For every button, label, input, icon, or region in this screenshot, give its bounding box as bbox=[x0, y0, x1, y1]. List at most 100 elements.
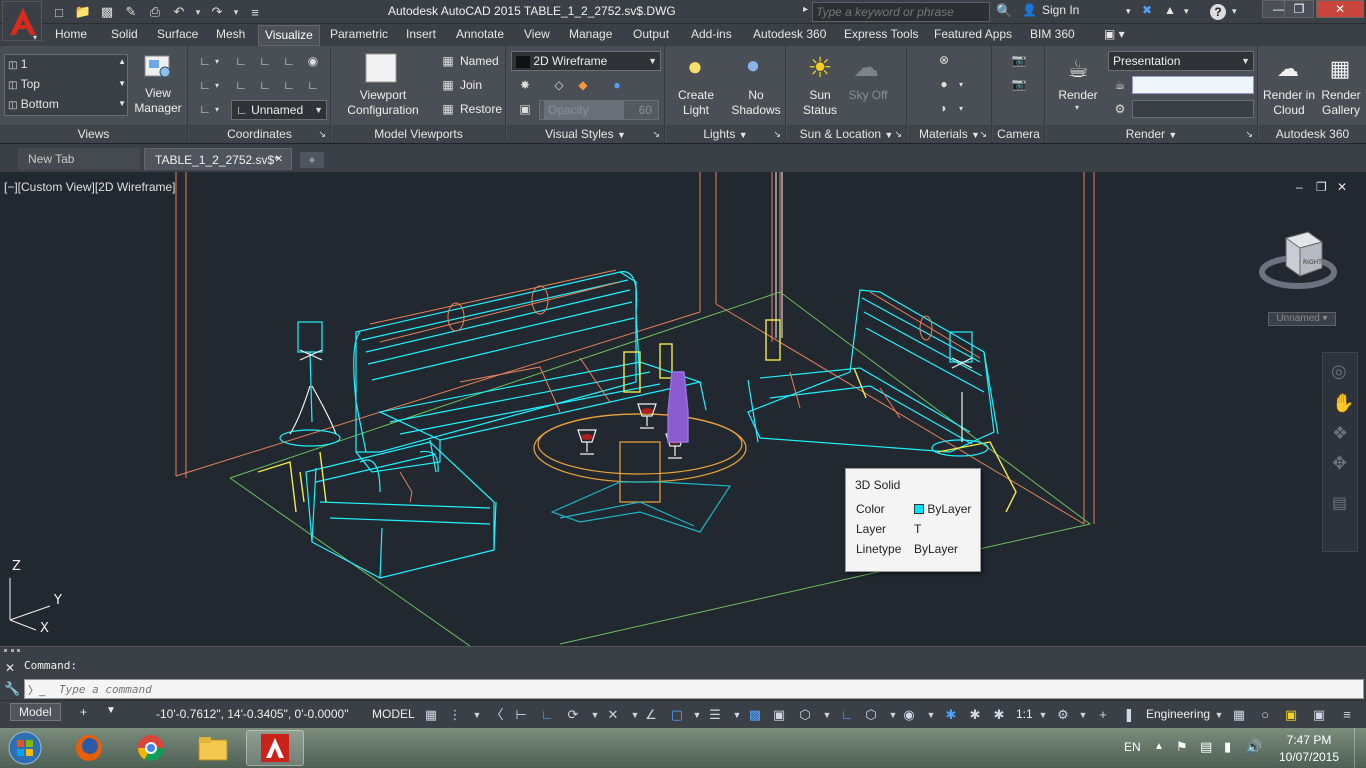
annotation-add-scale-icon[interactable]: ✱ bbox=[990, 706, 1008, 724]
battery-icon[interactable]: ▮ bbox=[1224, 739, 1231, 755]
quick-properties-icon[interactable]: ▦ bbox=[1230, 706, 1248, 724]
orbit-icon[interactable]: ✥ bbox=[1332, 453, 1347, 474]
object-snap-tracking-icon[interactable]: ✕ bbox=[604, 706, 622, 724]
3d-object-snap-icon[interactable]: ⬡ bbox=[796, 706, 814, 724]
ortho-icon[interactable]: ⊢ bbox=[512, 706, 530, 724]
ucs-view-icon[interactable]: ◉ bbox=[303, 52, 323, 70]
sky-off-button[interactable]: Sky Off bbox=[843, 88, 893, 103]
layout-list-icon[interactable]: ▼ bbox=[106, 705, 116, 716]
units-value[interactable]: Engineering bbox=[1146, 707, 1210, 721]
materials-onoff-dropdown-icon[interactable]: ▾ bbox=[956, 78, 966, 90]
tab-output[interactable]: Output bbox=[633, 27, 669, 41]
open-folder-icon[interactable]: 📁 bbox=[72, 2, 94, 22]
show-hidden-icons-icon[interactable]: ▲ bbox=[1154, 741, 1164, 752]
stay-connected-dropdown-icon[interactable]: ▾ bbox=[1184, 6, 1189, 17]
ribbon-minimize-toggle-icon[interactable]: ▣ ▾ bbox=[1104, 27, 1125, 41]
visual-style-combo[interactable]: 2D Wireframe ▼ bbox=[511, 51, 661, 71]
join-viewports-icon[interactable]: ▦ bbox=[438, 76, 458, 94]
explorer-taskbar-button[interactable] bbox=[184, 730, 242, 766]
help-dropdown-icon[interactable]: ▾ bbox=[1232, 6, 1237, 17]
isolate-objects-icon[interactable]: ○ bbox=[1256, 706, 1274, 724]
firefox-taskbar-button[interactable] bbox=[60, 730, 118, 766]
ucs-icon-props-icon[interactable]: ∟ bbox=[303, 76, 323, 94]
material-mapping-icon[interactable]: ◗ bbox=[934, 98, 954, 118]
binoculars-icon[interactable]: 🔍 bbox=[996, 3, 1012, 19]
clean-screen-icon[interactable]: ▣ bbox=[1310, 706, 1328, 724]
command-line-close-icon[interactable]: ✕ bbox=[5, 661, 15, 675]
customize-qat-icon[interactable]: ≡ bbox=[244, 2, 266, 22]
render-button[interactable]: Render bbox=[1052, 88, 1104, 103]
ucs-named-dropdown-icon[interactable]: ▾ bbox=[213, 102, 221, 116]
ucs-dropdown-icon[interactable]: ▾ bbox=[213, 54, 221, 68]
gizmo-icon[interactable]: ◉ bbox=[900, 706, 918, 724]
autocad-taskbar-button[interactable] bbox=[246, 730, 304, 766]
search-arrow-icon[interactable]: ▸ bbox=[803, 4, 808, 15]
ucs-object-icon[interactable]: ∟ bbox=[231, 76, 251, 94]
3d-object-snap-dropdown-icon[interactable]: ▼ bbox=[818, 706, 836, 724]
coordinates-readout[interactable]: -10'-0.7612", 14'-0.3405", 0'-0.0000" bbox=[156, 707, 348, 721]
render-teapot-icon[interactable]: ☕ bbox=[1060, 54, 1096, 84]
render-gallery-icon[interactable]: ▦ bbox=[1325, 54, 1355, 84]
ucs-face-icon[interactable]: ∟ bbox=[255, 76, 275, 94]
render-dropdown-icon[interactable]: ▾ bbox=[1072, 102, 1082, 112]
restore-viewports-button[interactable]: Restore bbox=[460, 102, 502, 117]
command-input[interactable] bbox=[59, 681, 1349, 697]
visual-styles-dropdown-icon[interactable]: ▼ bbox=[617, 130, 626, 140]
clock-date[interactable]: 10/07/2015 bbox=[1274, 750, 1344, 764]
redo-icon[interactable]: ↷ bbox=[206, 2, 228, 22]
sun-status-button[interactable]: Sun Status bbox=[797, 88, 843, 118]
edge-effects-icon[interactable]: ✸ bbox=[515, 76, 535, 94]
coordinates-launcher-icon[interactable]: ↘ bbox=[318, 125, 326, 143]
annotation-visibility-icon[interactable]: ▢ bbox=[668, 706, 686, 724]
application-menu-button[interactable]: ▾ bbox=[2, 1, 42, 42]
named-viewports-button[interactable]: Named bbox=[460, 54, 499, 69]
tab-manage[interactable]: Manage bbox=[569, 27, 612, 41]
material-mapping-dropdown-icon[interactable]: ▾ bbox=[956, 102, 966, 114]
face-style-icon[interactable]: ◇ bbox=[549, 76, 569, 94]
zoom-extents-icon[interactable]: ❖ bbox=[1332, 423, 1348, 444]
tab-bim-360[interactable]: BIM 360 bbox=[1030, 27, 1075, 41]
grid-icon[interactable]: ▦ bbox=[422, 706, 440, 724]
render-gallery-button[interactable]: Render Gallery bbox=[1317, 88, 1365, 118]
annotation-autoscale-icon[interactable]: ✱ bbox=[966, 706, 984, 724]
lineweight-icon[interactable]: ☰ bbox=[706, 706, 724, 724]
volume-icon[interactable]: 🔊 bbox=[1246, 739, 1262, 755]
render-in-cloud-button[interactable]: Render in Cloud bbox=[1261, 88, 1317, 118]
viewport-close-icon[interactable]: ✕ bbox=[1337, 180, 1347, 194]
view-item-bottom[interactable]: ◫ Bottom bbox=[8, 97, 116, 115]
create-camera-icon[interactable]: 📷 bbox=[1009, 50, 1029, 70]
workspace-settings-dropdown-icon[interactable]: ▼ bbox=[1074, 706, 1092, 724]
views-scroll-down-icon[interactable]: ▼ bbox=[118, 79, 126, 88]
opacity-slider[interactable]: Opacity 60 bbox=[539, 100, 659, 120]
tab-view[interactable]: View bbox=[524, 27, 550, 41]
materials-launcher-icon[interactable]: ↘ bbox=[979, 125, 987, 143]
workspace-settings-icon[interactable]: ⚙ bbox=[1054, 706, 1072, 724]
viewport-minimize-icon[interactable]: – bbox=[1296, 180, 1303, 194]
lighting-icon[interactable]: ● bbox=[607, 76, 627, 94]
tab-parametric[interactable]: Parametric bbox=[330, 27, 388, 41]
help-icon[interactable]: ? bbox=[1210, 4, 1226, 20]
snap-icon[interactable]: ⋮ bbox=[446, 706, 464, 724]
sky-off-icon[interactable]: ☁ bbox=[851, 52, 881, 82]
materials-onoff-icon[interactable]: ● bbox=[934, 74, 954, 94]
ucs-3point-icon[interactable]: ∟ bbox=[279, 76, 299, 94]
render-preset-combo[interactable]: Presentation ▼ bbox=[1108, 51, 1254, 71]
tab-mesh[interactable]: Mesh bbox=[216, 27, 245, 41]
tab-annotate[interactable]: Annotate bbox=[456, 27, 504, 41]
ucs-origin-icon[interactable]: ∟ bbox=[255, 52, 275, 70]
view-item-1[interactable]: ◫ 1 bbox=[8, 57, 116, 75]
render-in-cloud-icon[interactable]: ☁ bbox=[1273, 54, 1303, 84]
isodraft-icon[interactable]: ⟳ bbox=[564, 706, 582, 724]
annotation-dropdown-icon[interactable]: ▼ bbox=[688, 706, 706, 724]
restore-button[interactable]: ❐ bbox=[1284, 0, 1314, 18]
xray-icon[interactable]: ▣ bbox=[515, 100, 535, 118]
lineweight-dropdown-icon[interactable]: ▼ bbox=[728, 706, 746, 724]
selection-cycling-icon[interactable]: ▣ bbox=[770, 706, 788, 724]
model-layout-tab[interactable]: Model bbox=[10, 703, 61, 721]
file-tab-new[interactable]: New Tab bbox=[18, 148, 140, 170]
action-center-icon[interactable]: ⚑ bbox=[1176, 739, 1188, 755]
show-desktop-button[interactable] bbox=[1354, 728, 1366, 768]
undo-dropdown-icon[interactable]: ▾ bbox=[192, 2, 204, 22]
save-as-icon[interactable]: ✎ bbox=[120, 2, 142, 22]
lights-dropdown-icon[interactable]: ▼ bbox=[739, 130, 748, 140]
